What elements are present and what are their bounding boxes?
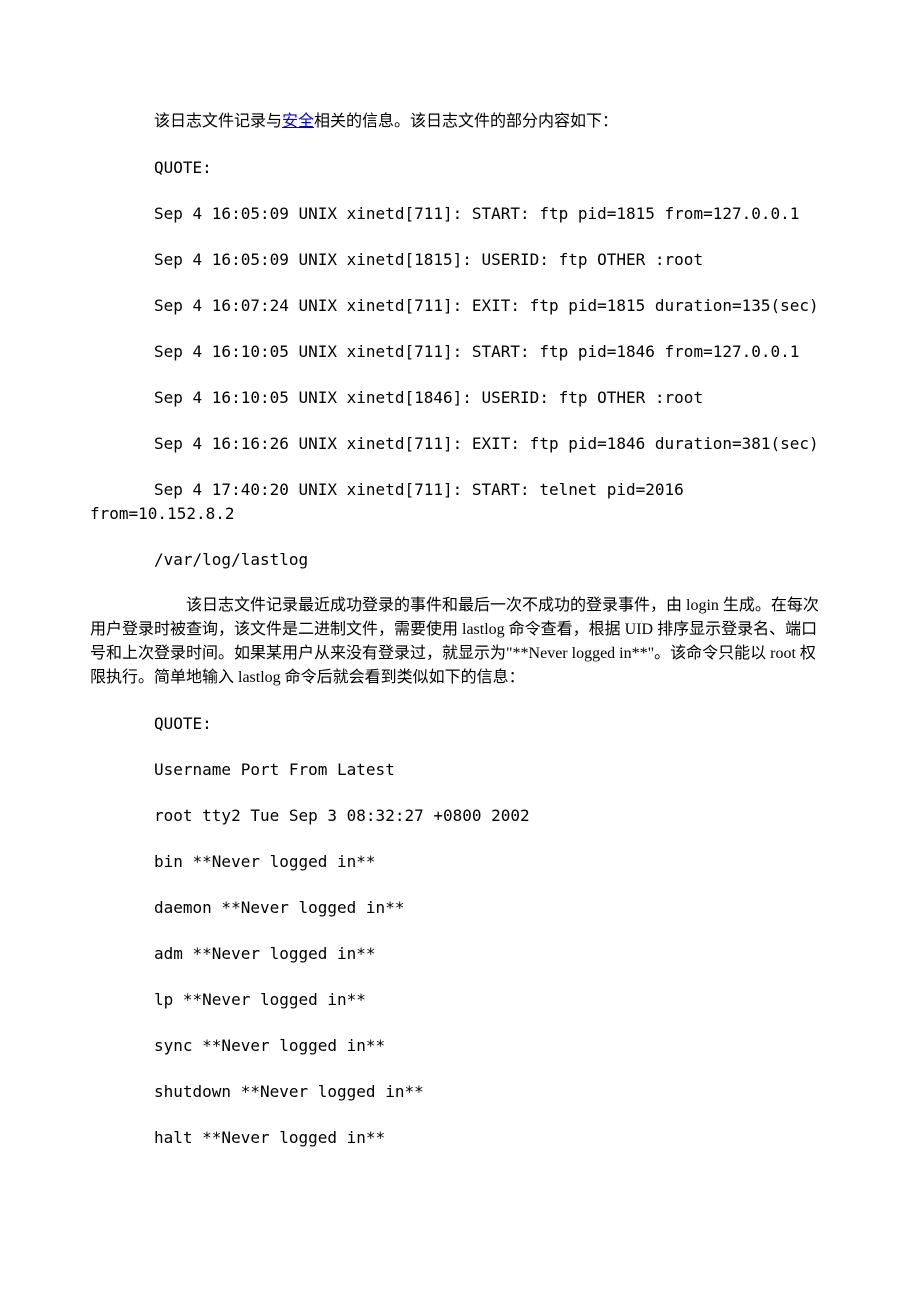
log-line-wrapped: Sep 4 17:40:20 UNIX xinetd[711]: START: … xyxy=(90,478,830,526)
lastlog-row: sync **Never logged in** xyxy=(90,1034,830,1058)
intro-text-before-link: 该日志文件记录与 xyxy=(154,113,282,130)
lastlog-row: adm **Never logged in** xyxy=(90,942,830,966)
quote-label-2: QUOTE: xyxy=(90,712,830,736)
lastlog-row: halt **Never logged in** xyxy=(90,1126,830,1150)
lastlog-row: daemon **Never logged in** xyxy=(90,896,830,920)
quote-label-1: QUOTE: xyxy=(90,156,830,180)
log-line: Sep 4 16:05:09 UNIX xinetd[711]: START: … xyxy=(90,202,830,226)
log-line: Sep 4 16:16:26 UNIX xinetd[711]: EXIT: f… xyxy=(90,432,830,456)
lastlog-row: shutdown **Never logged in** xyxy=(90,1080,830,1104)
lastlog-row: lp **Never logged in** xyxy=(90,988,830,1012)
intro-text-after-link: 相关的信息。该日志文件的部分内容如下： xyxy=(314,113,618,130)
lastlog-header: Username Port From Latest xyxy=(90,758,830,782)
log-line-part-a: Sep 4 17:40:20 UNIX xinetd[711]: START: … xyxy=(90,478,684,502)
security-link[interactable]: 安全 xyxy=(282,113,314,130)
log-line: Sep 4 16:10:05 UNIX xinetd[711]: START: … xyxy=(90,340,830,364)
log-line-part-b: from=10.152.8.2 xyxy=(90,504,235,523)
lastlog-row: root tty2 Tue Sep 3 08:32:27 +0800 2002 xyxy=(90,804,830,828)
lastlog-description: 该日志文件记录最近成功登录的事件和最后一次不成功的登录事件，由 login 生成… xyxy=(90,594,830,690)
lastlog-row: bin **Never logged in** xyxy=(90,850,830,874)
log-line: Sep 4 16:05:09 UNIX xinetd[1815]: USERID… xyxy=(90,248,830,272)
intro-paragraph: 该日志文件记录与安全相关的信息。该日志文件的部分内容如下： xyxy=(90,110,830,134)
file-path: /var/log/lastlog xyxy=(90,548,830,572)
document-page: 该日志文件记录与安全相关的信息。该日志文件的部分内容如下： QUOTE: Sep… xyxy=(0,0,920,1302)
log-line: Sep 4 16:10:05 UNIX xinetd[1846]: USERID… xyxy=(90,386,830,410)
log-line: Sep 4 16:07:24 UNIX xinetd[711]: EXIT: f… xyxy=(90,294,830,318)
lastlog-description-text: 该日志文件记录最近成功登录的事件和最后一次不成功的登录事件，由 login 生成… xyxy=(90,594,830,690)
